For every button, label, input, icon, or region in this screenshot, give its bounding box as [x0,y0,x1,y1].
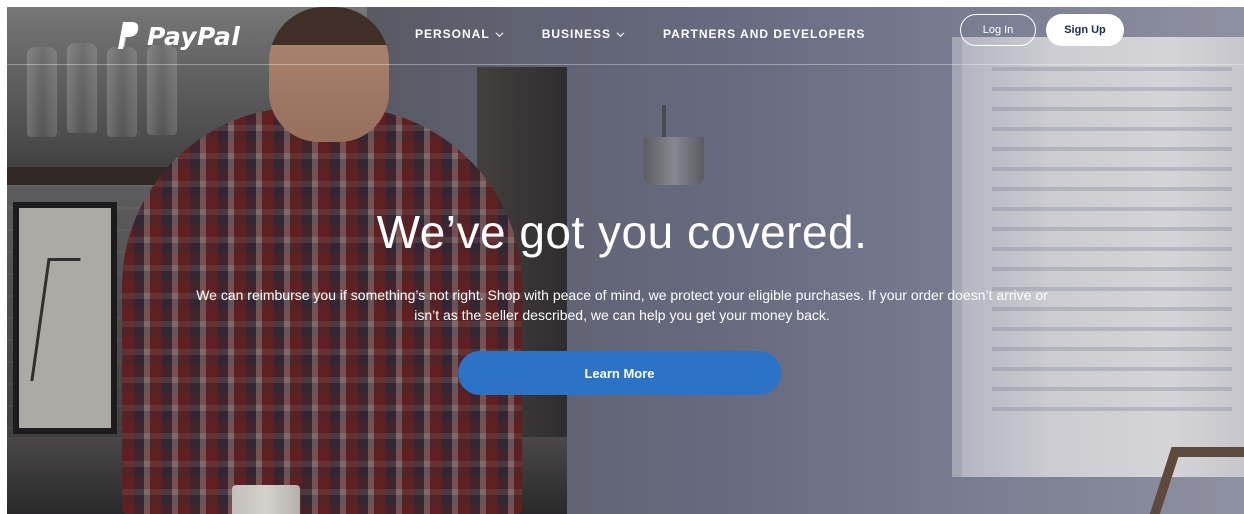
learn-more-button[interactable]: Learn More [458,351,781,395]
chevron-down-icon [495,31,504,37]
hero-overlay [7,7,1244,514]
hero-description: We can reimburse you if something’s not … [196,287,1048,323]
nav-personal[interactable]: PERSONAL [415,27,504,41]
page-frame: PayPal PERSONAL BUSINESS PARTNERS AND DE… [7,7,1244,514]
login-button[interactable]: Log In [960,14,1036,46]
nav-business[interactable]: BUSINESS [542,27,625,41]
paypal-p-icon [118,22,139,49]
paypal-logo[interactable]: PayPal [117,16,240,56]
nav-personal-label: PERSONAL [415,27,490,41]
logo-text: PayPal [147,21,241,51]
signup-button[interactable]: Sign Up [1046,14,1124,46]
main-nav: PERSONAL BUSINESS PARTNERS AND DEVELOPER… [415,27,903,41]
nav-partners-developers[interactable]: PARTNERS AND DEVELOPERS [663,27,865,41]
site-header: PayPal PERSONAL BUSINESS PARTNERS AND DE… [7,7,1244,65]
nav-business-label: BUSINESS [541,27,612,41]
hero-title: We’ve got you covered. [376,206,868,258]
nav-partners-label: PARTNERS AND DEVELOPERS [663,27,866,41]
chevron-down-icon [616,31,625,37]
